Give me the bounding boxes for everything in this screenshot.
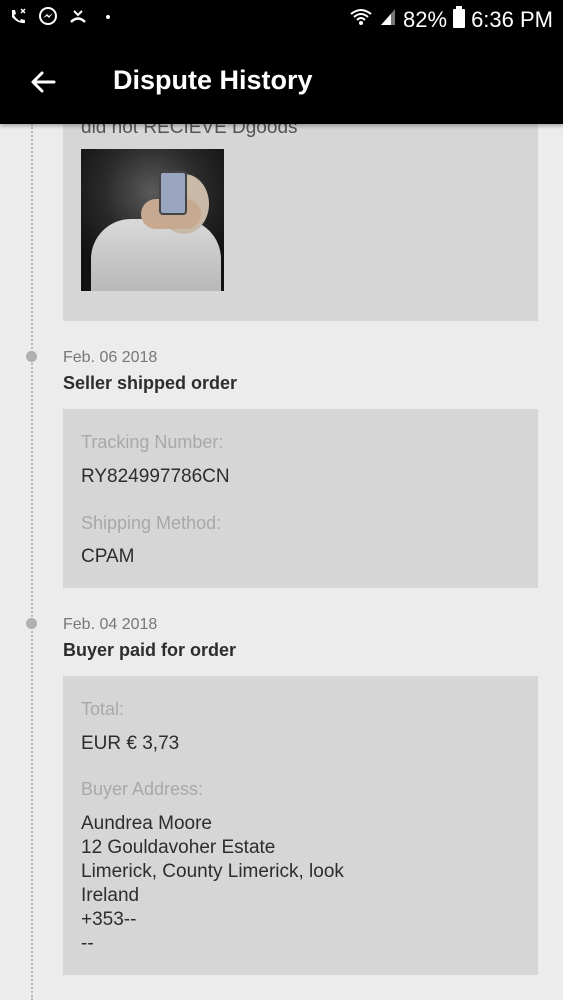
event-card-payment: Total: EUR € 3,73 Buyer Address: Aundrea… bbox=[63, 676, 538, 975]
event-note: did not RECIEVE Dgoods bbox=[81, 124, 298, 138]
address-line: 12 Gouldavoher Estate bbox=[81, 837, 276, 858]
tracking-number-value: RY824997786CN bbox=[81, 466, 230, 487]
arrow-left-icon[interactable] bbox=[28, 66, 60, 98]
clock-time: 6:36 PM bbox=[471, 7, 553, 32]
battery-icon bbox=[453, 6, 466, 34]
event-card-note: did not RECIEVE Dgoods bbox=[63, 124, 538, 321]
total-value: EUR € 3,73 bbox=[81, 733, 180, 754]
missed-call-icon bbox=[8, 7, 28, 27]
attached-photo[interactable] bbox=[81, 149, 224, 291]
timeline-dot bbox=[26, 618, 37, 629]
address-line: Limerick, County Limerick, look bbox=[81, 861, 344, 882]
battery-percent: 82% bbox=[403, 7, 448, 32]
shipping-method-label: Shipping Method: bbox=[81, 513, 222, 533]
total-label: Total: bbox=[81, 699, 125, 719]
address-line: Aundrea Moore bbox=[81, 813, 212, 834]
timeline-dot bbox=[26, 351, 37, 362]
event-title: Buyer paid for order bbox=[63, 640, 237, 660]
address-line: Ireland bbox=[81, 885, 140, 906]
tracking-number-label: Tracking Number: bbox=[81, 432, 224, 452]
address-line: -- bbox=[81, 933, 94, 954]
buyer-address-label: Buyer Address: bbox=[81, 779, 204, 799]
signal-icon bbox=[379, 7, 397, 33]
phone-missed-icon bbox=[68, 7, 88, 27]
address-line: +353-- bbox=[81, 909, 137, 930]
event-card-shipping: Tracking Number: RY824997786CN Shipping … bbox=[63, 409, 538, 588]
status-bar: 82% 6:36 PM bbox=[0, 0, 563, 38]
shipping-method-value: CPAM bbox=[81, 546, 135, 567]
page-title: Dispute History bbox=[113, 65, 313, 95]
messenger-icon bbox=[38, 7, 58, 27]
app-bar: Dispute History bbox=[0, 38, 563, 124]
dot-icon bbox=[98, 7, 118, 27]
event-date: Feb. 06 2018 bbox=[63, 349, 158, 366]
timeline-line bbox=[31, 124, 33, 1000]
wifi-icon bbox=[349, 7, 373, 33]
event-date: Feb. 04 2018 bbox=[63, 616, 158, 633]
dispute-timeline: did not RECIEVE Dgoods Feb. 06 2018 Sell… bbox=[0, 124, 563, 1000]
event-title: Seller shipped order bbox=[63, 373, 238, 393]
